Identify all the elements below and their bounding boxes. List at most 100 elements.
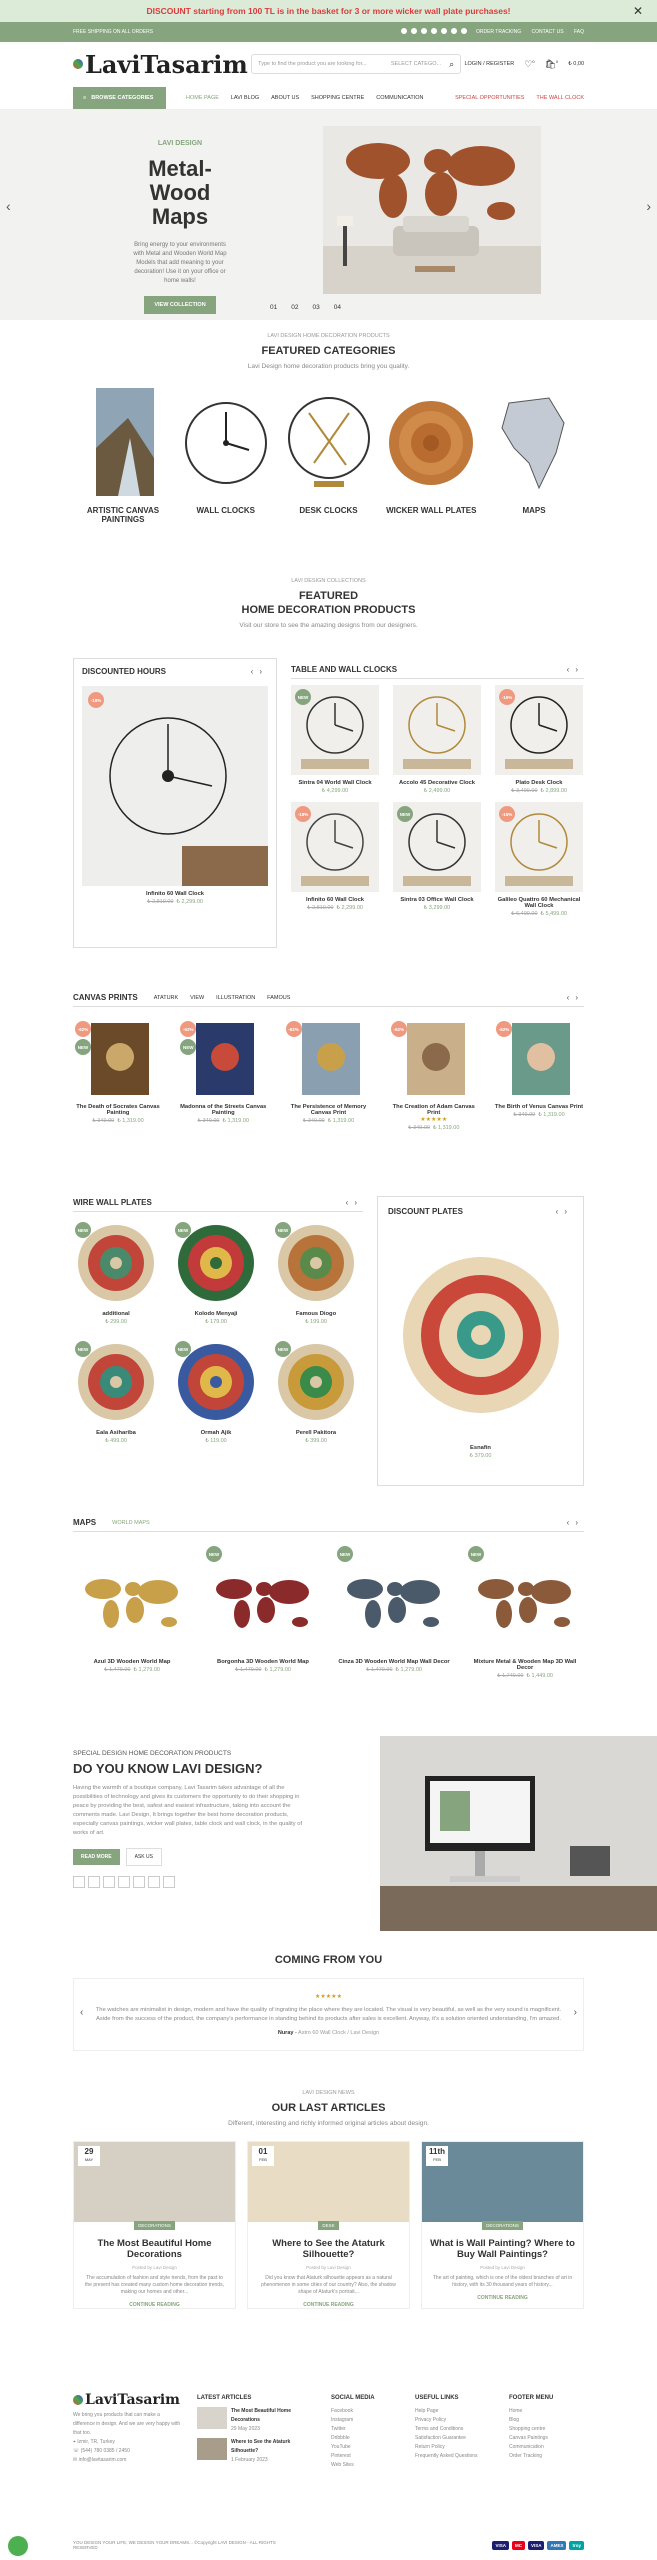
footer-logo[interactable]: LaviTasarim: [73, 2393, 183, 2407]
product-card[interactable]: -62% The Creation of Adam Canvas Print ★★★…: [388, 1019, 479, 1131]
footer-menu-link[interactable]: Order Tracking: [509, 2452, 584, 2461]
category-wall-clocks[interactable]: WALL CLOCKS: [176, 388, 276, 524]
product-card[interactable]: NEW Borgonha 3D Wooden World Map ₺ 1,479.0…: [204, 1544, 322, 1679]
article-title[interactable]: What is Wall Painting? Where to Buy Wall…: [422, 2238, 583, 2260]
continue-reading-link[interactable]: CONTINUE READING: [248, 2302, 409, 2308]
footer-menu-link[interactable]: Home: [509, 2407, 584, 2416]
slide-dot-1[interactable]: 01: [270, 304, 277, 311]
slide-dot-2[interactable]: 02: [291, 304, 298, 311]
product-name[interactable]: Infinito 60 Wall Clock: [291, 897, 379, 903]
read-more-button[interactable]: READ MORE: [73, 1849, 120, 1865]
close-icon[interactable]: ✕: [633, 4, 643, 18]
product-card[interactable]: NEW Kolodo Menyaji ₺ 179.00: [173, 1220, 259, 1325]
article-card[interactable]: 01 FEB DESK Where to See the Ataturk Silhou…: [247, 2141, 410, 2309]
footer-social-link[interactable]: Pinterest: [331, 2452, 401, 2461]
next-slide-icon[interactable]: ›: [646, 198, 651, 214]
tab-illustration[interactable]: ILLUSTRATION: [216, 995, 255, 1001]
product-name[interactable]: Infinito 60 Wall Clock: [82, 891, 268, 897]
product-name[interactable]: Famous Diogo: [273, 1311, 359, 1317]
canvas-nav-icon[interactable]: ‹›: [567, 993, 584, 1002]
product-name[interactable]: Kolodo Menyaji: [173, 1311, 259, 1317]
nav-communication[interactable]: COMMUNICATION: [376, 95, 423, 101]
product-card[interactable]: -18% Infinito 60 Wall Clock ₺ 2,810.00 ₺ 2,…: [291, 802, 379, 917]
product-card[interactable]: NEW Perell Pakitora ₺ 399.00: [273, 1339, 359, 1444]
product-card[interactable]: -62% The Birth of Venus Canvas Print ₺ 349…: [494, 1019, 584, 1131]
product-card[interactable]: -15% Galileo Quattro 60 Mechanical Wall C…: [495, 802, 583, 917]
nav-blog[interactable]: LAVI BLOG: [231, 95, 259, 101]
footer-social-link[interactable]: Dribbble: [331, 2434, 401, 2443]
instagram-icon[interactable]: [440, 28, 447, 34]
slide-dot-3[interactable]: 03: [312, 304, 319, 311]
footer-useful-link[interactable]: Frequently Asked Questions: [415, 2452, 495, 2461]
product-name[interactable]: Eala Asihariba: [73, 1430, 159, 1436]
product-name[interactable]: Ormah Ajik: [173, 1430, 259, 1436]
wire-nav-icon[interactable]: ‹›: [346, 1198, 363, 1207]
product-card[interactable]: -16% Plato Desk Clock ₺ 3,499.00 ₺ 2,899.00: [495, 685, 583, 794]
discounted-nav-icon[interactable]: ‹›: [251, 667, 268, 676]
slide-dot-4[interactable]: 04: [334, 304, 341, 311]
email-icon[interactable]: [420, 28, 427, 34]
product-name[interactable]: Plato Desk Clock: [495, 780, 583, 786]
footer-article[interactable]: Where to See the Ataturk Silhouette? 1 Fe…: [197, 2438, 317, 2465]
nav-home[interactable]: HOME PAGE: [186, 95, 219, 101]
footer-useful-link[interactable]: Help Page: [415, 2407, 495, 2416]
product-card[interactable]: NEW Sintra 03 Office Wall Clock ₺ 3,299.00: [393, 802, 481, 917]
product-name[interactable]: The Creation of Adam Canvas Print: [389, 1104, 479, 1116]
product-name[interactable]: Borgonha 3D Wooden World Map: [204, 1659, 322, 1665]
login-link[interactable]: LOGIN / REGISTER: [464, 61, 514, 67]
footer-menu-link[interactable]: Canvas Paintings: [509, 2434, 584, 2443]
next-testimonial-icon[interactable]: ›: [574, 2007, 577, 2018]
product-card[interactable]: -18% Infinito 60 Wall Clock ₺ 2,810.00 ₺ …: [82, 686, 268, 905]
wishlist-icon[interactable]: ♡0: [524, 59, 534, 70]
product-name[interactable]: Cinza 3D Wooden World Map Wall Decor: [335, 1659, 453, 1665]
footer-menu-link[interactable]: Communication: [509, 2443, 584, 2452]
email-icon[interactable]: [118, 1876, 130, 1888]
product-name[interactable]: The Persistence of Memory Canvas Print: [284, 1104, 374, 1116]
linkedin-icon[interactable]: [148, 1876, 160, 1888]
product-card[interactable]: NEW additional ₺ 299.00: [73, 1220, 159, 1325]
prev-testimonial-icon[interactable]: ‹: [80, 2007, 83, 2018]
browse-categories-button[interactable]: ≡ BROWSE CATEGORIES: [73, 86, 166, 109]
category-desk-clocks[interactable]: DESK CLOCKS: [279, 388, 379, 524]
product-name[interactable]: Sintra 03 Office Wall Clock: [393, 897, 481, 903]
product-name[interactable]: Esnafin: [388, 1445, 573, 1451]
nav-special-opportunities[interactable]: SPECIAL OPPORTUNITIES: [455, 95, 524, 101]
tab-famous[interactable]: FAMOUS: [267, 995, 290, 1001]
product-card[interactable]: NEW Famous Diogo ₺ 199.00: [273, 1220, 359, 1325]
logo[interactable]: LaviTasarim: [73, 50, 248, 79]
footer-menu-link[interactable]: Shopping centre: [509, 2425, 584, 2434]
contact-link[interactable]: CONTACT US: [532, 29, 564, 35]
footer-useful-link[interactable]: Return Policy: [415, 2443, 495, 2452]
pinterest-icon[interactable]: [163, 1876, 175, 1888]
youtube-icon[interactable]: [430, 28, 437, 34]
article-category[interactable]: DECORATIONS: [482, 2221, 523, 2230]
footer-menu-link[interactable]: Blog: [509, 2416, 584, 2425]
article-title[interactable]: The Most Beautiful Home Decorations: [74, 2238, 235, 2260]
product-card[interactable]: NEW Cinza 3D Wooden World Map Wall Decor ₺…: [335, 1544, 453, 1679]
article-category[interactable]: DECORATIONS: [134, 2221, 175, 2230]
product-card[interactable]: Esnafin ₺ 379.00: [388, 1230, 573, 1459]
product-name[interactable]: Sintra 04 World Wall Clock: [291, 780, 379, 786]
article-title[interactable]: Where to See the Ataturk Silhouette?: [248, 2238, 409, 2260]
tab-world-maps[interactable]: WORLD MAPS: [112, 1520, 150, 1526]
product-card[interactable]: NEW Ormah Ajik ₺ 119.00: [173, 1339, 259, 1444]
product-name[interactable]: Accolo 45 Decorative Clock: [393, 780, 481, 786]
nav-about[interactable]: ABOUT US: [271, 95, 299, 101]
category-canvas[interactable]: ARTISTIC CANVAS PAINTINGS: [73, 388, 173, 524]
footer-social-link[interactable]: YouTube: [331, 2443, 401, 2452]
category-maps[interactable]: MAPS: [484, 388, 584, 524]
product-card[interactable]: -62% NEW The Death of Socrates Canvas Pain…: [73, 1019, 163, 1131]
continue-reading-link[interactable]: CONTINUE READING: [422, 2295, 583, 2301]
footer-article[interactable]: The Most Beautiful Home Decorations 29 Ma…: [197, 2407, 317, 2434]
prev-slide-icon[interactable]: ‹: [6, 198, 11, 214]
order-tracking-link[interactable]: ORDER TRACKING: [476, 29, 521, 35]
product-card[interactable]: -62% The Persistence of Memory Canvas Pri…: [283, 1019, 374, 1131]
footer-social-link[interactable]: Twitter: [331, 2425, 401, 2434]
maps-nav-icon[interactable]: ‹›: [567, 1518, 584, 1527]
cart-icon[interactable]: 🛍0: [545, 59, 559, 70]
footer-social-link[interactable]: Instagram: [331, 2416, 401, 2425]
article-card[interactable]: 29 MAY DECORATIONS The Most Beautiful Home …: [73, 2141, 236, 2309]
product-card[interactable]: NEW Eala Asihariba ₺ 499.00: [73, 1339, 159, 1444]
tab-ataturk[interactable]: ATATURK: [154, 995, 178, 1001]
whatsapp-icon[interactable]: [8, 2536, 28, 2556]
